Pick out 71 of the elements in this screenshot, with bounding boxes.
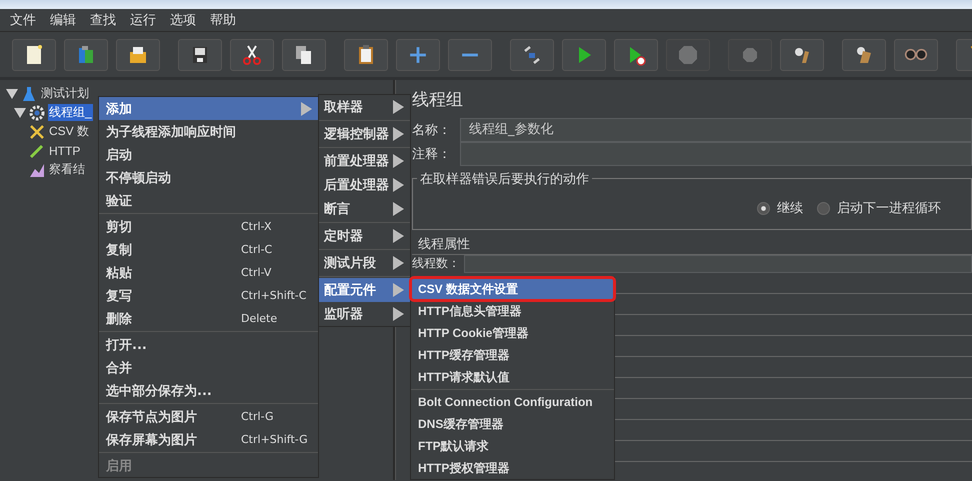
menu-item[interactable]: 启动	[99, 143, 318, 166]
field-label: 线程数：	[412, 256, 460, 270]
menu-item[interactable]: 编辑	[50, 11, 76, 29]
tree-item[interactable]: 线程组_	[8, 103, 93, 122]
menu-item[interactable]: 粘贴 Ctrl-V	[99, 261, 318, 284]
toolbar-button[interactable]	[230, 38, 274, 70]
menu-item[interactable]: 验证	[99, 189, 318, 212]
toolbar-button[interactable]	[116, 38, 160, 70]
submenu-arrow-icon	[393, 154, 404, 168]
menu-item[interactable]: HTTP Cookie管理器	[411, 322, 614, 344]
menu-item[interactable]: 复制 Ctrl-C	[99, 238, 318, 261]
name-field[interactable]: 线程组_参数化	[460, 118, 972, 142]
menu-item[interactable]: 选中部分保存为...	[99, 379, 318, 402]
radio-button[interactable]: 继续	[757, 199, 803, 217]
tree-item[interactable]: 测试计划	[0, 84, 90, 103]
field-label: 注释：	[412, 146, 452, 163]
menu-item[interactable]: HTTP缓存管理器	[411, 344, 614, 366]
tree-item[interactable]: HTTP	[16, 141, 82, 160]
menu-item[interactable]: 运行	[130, 11, 156, 29]
toolbar-button[interactable]	[842, 38, 886, 70]
menu-item[interactable]: 配置元件	[319, 278, 410, 302]
menu-item[interactable]: 后置处理器	[319, 173, 410, 197]
menu-item[interactable]: FTP默认请求	[411, 435, 614, 457]
menu-item[interactable]: 删除 Delete	[99, 307, 318, 330]
menu-item[interactable]: 添加	[99, 97, 318, 120]
radio-button[interactable]: 启动下一进程循环	[817, 199, 941, 217]
menu-item[interactable]: 选项	[170, 11, 196, 29]
toolbar-button[interactable]	[780, 38, 824, 70]
menu-item[interactable]: 为子线程添加响应时间	[99, 120, 318, 143]
menu-item[interactable]: HTTP信息头管理器	[411, 300, 614, 322]
menu-item[interactable]: 不停顿启动	[99, 166, 318, 189]
toolbar-button[interactable]	[614, 38, 658, 70]
tree-item[interactable]: 察看结	[16, 160, 86, 179]
menu-item[interactable]: 保存屏幕为图片 Ctrl+Shift-G	[99, 428, 318, 451]
scissors-icon	[240, 42, 264, 66]
gear-icon	[29, 104, 45, 120]
menu-item[interactable]: HTTP授权管理器	[411, 457, 614, 479]
chart-icon	[29, 162, 45, 178]
menu-item[interactable]: 保存节点为图片 Ctrl-G	[99, 405, 318, 428]
flask-icon	[21, 86, 37, 102]
group-title: 在取样器错误后要执行的动作	[417, 170, 592, 188]
threads-field[interactable]	[464, 255, 972, 273]
expand-icon[interactable]	[14, 108, 26, 118]
toolbar-button[interactable]	[12, 38, 56, 70]
toolbar-button[interactable]	[510, 38, 554, 70]
toolbar-button[interactable]	[178, 38, 222, 70]
minus-icon	[461, 52, 479, 56]
menu-item[interactable]: 打开...	[99, 333, 318, 356]
menu-item[interactable]: HTTP请求默认值	[411, 366, 614, 388]
field-label: 名称：	[412, 122, 452, 139]
menu-item[interactable]: DNS缓存管理器	[411, 413, 614, 435]
menu-item[interactable]: 复写 Ctrl+Shift-C	[99, 284, 318, 307]
menu-item[interactable]: 查找	[90, 11, 116, 29]
comment-field[interactable]	[460, 142, 972, 166]
menu-item[interactable]: 前置处理器	[319, 149, 410, 173]
toolbar-button[interactable]	[344, 38, 388, 70]
menu-item[interactable]: 合并	[99, 356, 318, 379]
menu-item[interactable]: CSV 数据文件设置	[411, 278, 614, 300]
menu-item[interactable]: 剪切 Ctrl-X	[99, 215, 318, 238]
toolbar-button[interactable]	[894, 38, 938, 70]
tools-icon	[29, 124, 45, 140]
panel-title: 线程组	[412, 89, 464, 111]
submenu-arrow-icon	[393, 178, 404, 192]
binoculars-icon	[904, 48, 928, 61]
plus-icon	[409, 46, 427, 64]
toolbar-button[interactable]	[282, 38, 326, 70]
pipette-icon	[29, 142, 45, 158]
menu-item[interactable]: 文件	[10, 11, 36, 29]
tree-item[interactable]: CSV 数	[16, 122, 90, 141]
menu-item[interactable]: Bolt Connection Configuration	[411, 391, 614, 413]
menu-item[interactable]: 帮助	[210, 11, 236, 29]
